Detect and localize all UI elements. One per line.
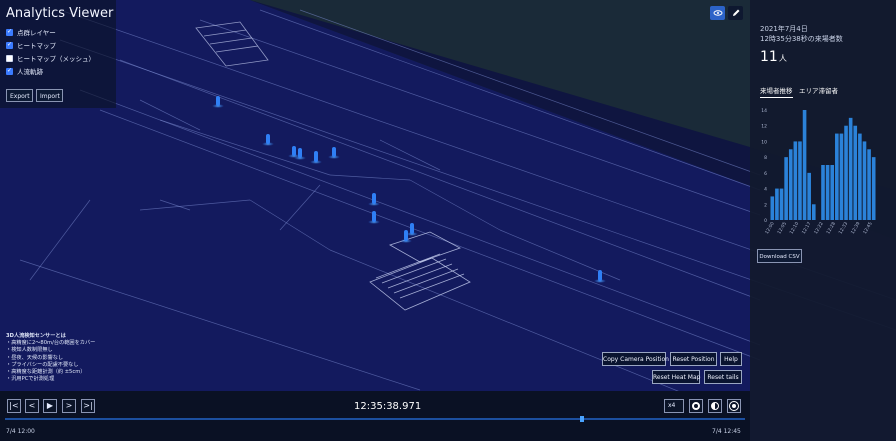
chart-bar[interactable] <box>770 196 775 220</box>
x-tick-label: 12:33 <box>838 221 850 235</box>
reset-tails-button[interactable]: Reset tails <box>704 370 742 384</box>
visitor-bar-chart: 0246810121412:00 12:05 12:10 12:17 12:22 12:2… <box>761 108 876 235</box>
info-line: ・昼夜、天候の影響なし <box>6 354 64 361</box>
chart-bar[interactable] <box>793 141 798 220</box>
checkbox-icon[interactable] <box>6 54 13 62</box>
reset-position-button[interactable]: Reset Position <box>670 352 717 366</box>
export-button[interactable]: Export <box>6 89 33 102</box>
checkbox-icon[interactable] <box>6 28 13 36</box>
skip-to-end-button[interactable]: >| <box>81 399 95 413</box>
x-tick-label: 12:39 <box>850 221 862 235</box>
play-button[interactable]: ▶ <box>43 399 57 413</box>
timeline-track[interactable] <box>5 418 745 420</box>
checkbox-icon[interactable] <box>6 67 13 75</box>
layer-toggle-trajectory[interactable]: 人流軌跡 <box>6 66 43 76</box>
y-tick-label: 10 <box>761 139 767 145</box>
playback-bar <box>0 391 750 441</box>
timeline-end-label: 7/4 12:45 <box>712 428 741 435</box>
info-line: ・検知人数制限無し <box>6 347 53 354</box>
y-tick-label: 8 <box>764 155 767 161</box>
chart-bar[interactable] <box>830 165 835 220</box>
count-unit: 人 <box>778 54 787 63</box>
layer-label: ヒートマップ <box>17 42 56 50</box>
playback-clock: 12:35:38.971 <box>354 401 422 412</box>
layer-label: 人流軌跡 <box>17 68 43 76</box>
contrast-icon[interactable] <box>708 399 722 413</box>
y-tick-label: 0 <box>764 218 767 224</box>
checkbox-icon[interactable] <box>6 41 13 49</box>
chart-bar[interactable] <box>867 149 871 220</box>
stats-time-label: 12時35分38秒の来場者数 <box>760 35 843 43</box>
record-icon[interactable] <box>727 399 741 413</box>
timeline-start-label: 7/4 12:00 <box>6 428 35 435</box>
tab-visitor-trend[interactable]: 来場者推移 <box>760 85 793 98</box>
y-tick-label: 4 <box>764 187 767 193</box>
chart-bar[interactable] <box>862 141 867 220</box>
layer-toggle-heatmap[interactable]: ヒートマップ <box>6 40 56 50</box>
sensor-info: 3D人流検知センサーとは ・高精度に2〜80m/台の範囲をカバー ・検知人数制限… <box>6 333 95 383</box>
help-button[interactable]: Help <box>720 352 742 366</box>
count-value: 11 <box>760 49 778 65</box>
stats-date: 2021年7月4日 <box>760 25 808 33</box>
chart-bar[interactable] <box>807 172 811 220</box>
view-tools <box>710 6 743 20</box>
chart-bar[interactable] <box>802 110 807 220</box>
reset-heat-map-button[interactable]: Reset Heat Map <box>652 370 700 384</box>
x-tick-label: 12:22 <box>813 221 825 235</box>
layer-label: 点群レイヤー <box>17 29 56 37</box>
camera-icon[interactable] <box>689 399 703 413</box>
x-tick-label: 12:28 <box>825 221 837 235</box>
visitor-count: 11 人 <box>760 49 787 65</box>
x-tick-label: 12:05 <box>776 221 788 235</box>
y-tick-label: 14 <box>761 108 767 114</box>
chart-bar[interactable] <box>825 165 830 220</box>
orbit-icon[interactable] <box>710 6 725 20</box>
chart-bar[interactable] <box>779 188 784 220</box>
x-tick-label: 12:45 <box>862 221 874 235</box>
chart-bar[interactable] <box>811 204 816 220</box>
y-tick-label: 6 <box>764 171 767 177</box>
layer-toggle-heatmap-mesh[interactable]: ヒートマップ（メッシュ） <box>6 53 95 63</box>
layer-label: ヒートマップ（メッシュ） <box>17 55 95 63</box>
chart-bar[interactable] <box>858 133 862 220</box>
pencil-icon[interactable] <box>728 6 743 20</box>
layer-toggle-pointcloud[interactable]: 点群レイヤー <box>6 27 56 37</box>
info-line: ・汎用PCで計測処理 <box>6 376 55 383</box>
y-tick-label: 2 <box>764 202 767 208</box>
chart-bar[interactable] <box>848 117 853 220</box>
chart-bar[interactable] <box>839 133 844 220</box>
copy-camera-position-button[interactable]: Copy Camera Position <box>602 352 669 366</box>
chart-bar[interactable] <box>775 188 779 220</box>
x-tick-label: 12:17 <box>801 221 813 235</box>
chart-bar[interactable] <box>788 149 793 220</box>
x-tick-label: 12:10 <box>789 221 801 235</box>
import-button[interactable]: Import <box>36 89 63 102</box>
speed-select[interactable]: x4 <box>664 399 684 413</box>
chart-bar[interactable] <box>844 125 848 220</box>
app-title: Analytics Viewer <box>6 6 114 21</box>
viewer-stage: Analytics Viewer 点群レイヤー ヒートマップ ヒートマップ（メッ… <box>0 0 896 441</box>
chart-bar[interactable] <box>784 157 788 220</box>
step-forward-button[interactable]: > <box>62 399 76 413</box>
y-tick-label: 12 <box>761 124 767 130</box>
chart-bar[interactable] <box>798 141 802 220</box>
download-csv-button[interactable]: Download CSV <box>757 249 802 263</box>
skip-to-start-button[interactable]: |< <box>7 399 21 413</box>
chart-bar[interactable] <box>853 125 858 220</box>
chart-bar[interactable] <box>821 165 825 220</box>
tab-area-dwell[interactable]: エリア滞留者 <box>799 85 838 95</box>
chart-bar[interactable] <box>871 157 876 220</box>
info-line: ・プライバシーの配慮不要なし <box>6 361 79 368</box>
step-back-button[interactable]: < <box>25 399 39 413</box>
chart-bar[interactable] <box>835 133 839 220</box>
timeline-thumb[interactable] <box>580 416 585 422</box>
